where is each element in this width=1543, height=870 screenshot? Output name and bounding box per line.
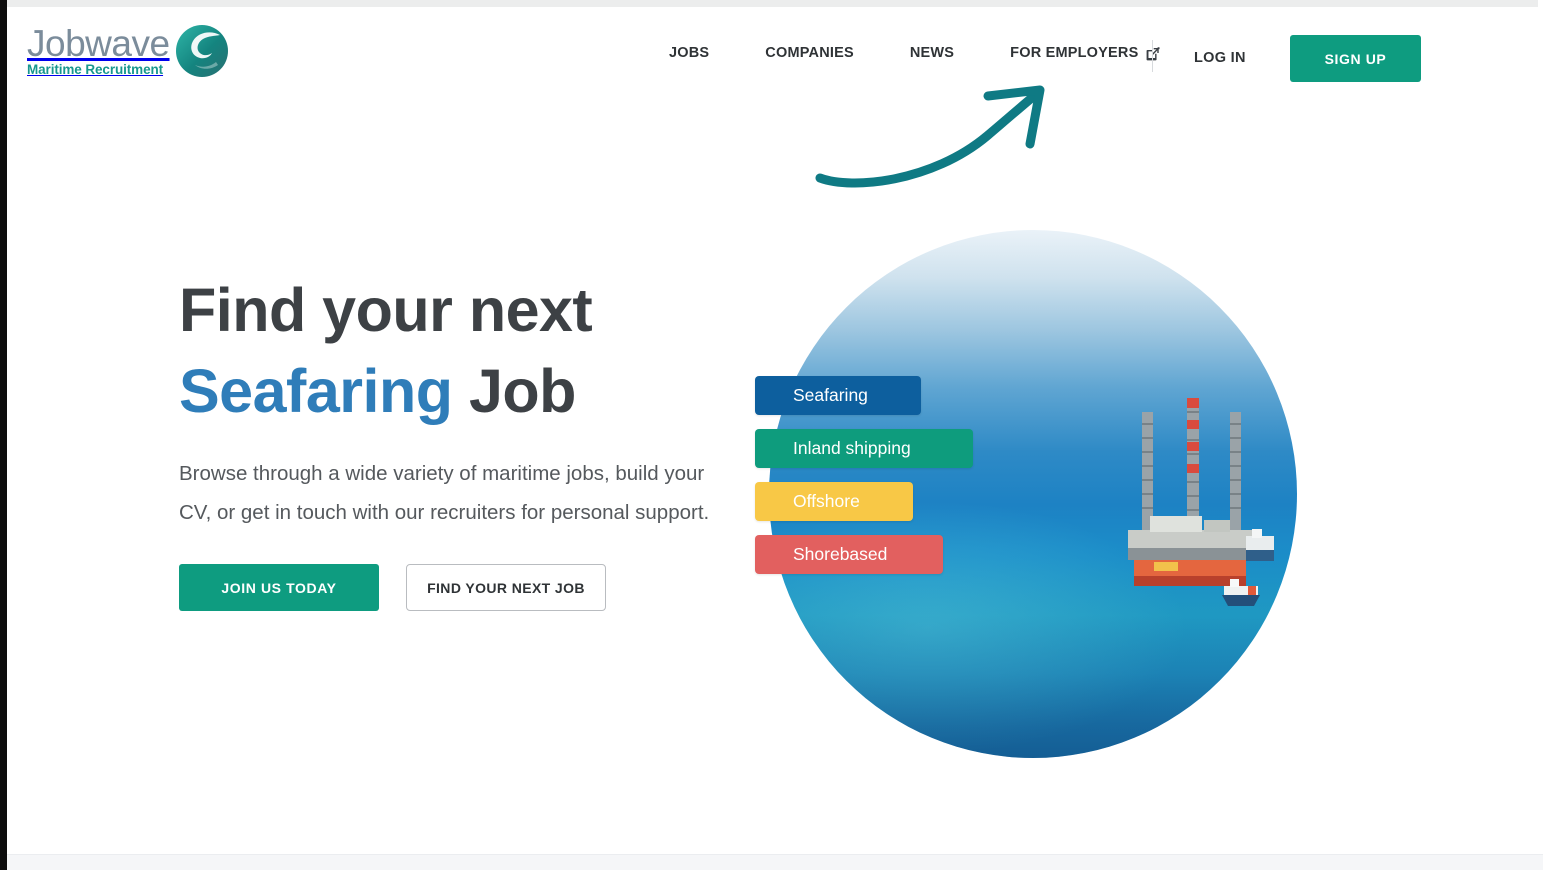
main-navigation: JOBS COMPANIES NEWS FOR EMPLOYERS: [657, 45, 1188, 61]
logo-text: Jobwave Maritime Recruitment: [27, 25, 170, 77]
nav-item-label: JOBS: [669, 45, 710, 61]
category-tag-list: Seafaring Inland shipping Offshore Shore…: [755, 376, 995, 588]
nav-item-news[interactable]: NEWS: [882, 45, 982, 61]
hero-title-line-1: Find your next: [179, 276, 593, 344]
oil-rig-icon: [1124, 390, 1276, 610]
logo-tagline: Maritime Recruitment: [27, 62, 164, 78]
category-tag-seafaring[interactable]: Seafaring: [755, 376, 921, 415]
nav-item-jobs[interactable]: JOBS: [657, 45, 737, 61]
join-us-today-button[interactable]: JOIN US TODAY: [179, 564, 379, 612]
category-tag-inland-shipping[interactable]: Inland shipping: [755, 429, 973, 468]
page-title: Find your next Seafaring Job: [179, 270, 759, 431]
window-chrome-right: [1538, 0, 1543, 870]
hero-title-line-2-rest: Job: [452, 356, 576, 425]
nav-item-companies[interactable]: COMPANIES: [737, 45, 882, 61]
hero-visual: Seafaring Inland shipping Offshore Shore…: [755, 230, 1299, 770]
page-root: Jobwave Maritime Recruitment JOBS COMPAN…: [0, 0, 1543, 870]
logo-wordmark: Jobwave: [27, 23, 170, 65]
site-header: Jobwave Maritime Recruitment JOBS COMPAN…: [7, 7, 1538, 104]
header-divider: [1152, 40, 1153, 72]
nav-item-label: COMPANIES: [765, 45, 854, 61]
find-your-next-job-button[interactable]: FIND YOUR NEXT JOB: [406, 564, 606, 612]
window-chrome-top: [0, 0, 1543, 7]
window-chrome-left: [0, 0, 7, 870]
nav-item-label: FOR EMPLOYERS: [1010, 45, 1139, 61]
next-section-band: [7, 854, 1543, 870]
hero-actions: JOIN US TODAY FIND YOUR NEXT JOB: [179, 564, 759, 612]
category-tag-offshore[interactable]: Offshore: [755, 482, 913, 521]
login-link[interactable]: LOG IN: [1194, 50, 1246, 66]
hero-title-accent: Seafaring: [179, 356, 453, 425]
hero-subtitle: Browse through a wide variety of maritim…: [179, 462, 710, 524]
site-logo[interactable]: Jobwave Maritime Recruitment: [27, 23, 230, 79]
hero-section: Find your next Seafaring Job Browse thro…: [7, 104, 1538, 854]
signup-button[interactable]: SIGN UP: [1290, 35, 1421, 82]
category-tag-shorebased[interactable]: Shorebased: [755, 535, 943, 574]
hero-copy: Find your next Seafaring Job Browse thro…: [179, 270, 759, 612]
nav-item-for-employers[interactable]: FOR EMPLOYERS: [982, 45, 1188, 61]
nav-item-label: NEWS: [909, 45, 955, 61]
wave-circle-icon: [174, 23, 230, 79]
